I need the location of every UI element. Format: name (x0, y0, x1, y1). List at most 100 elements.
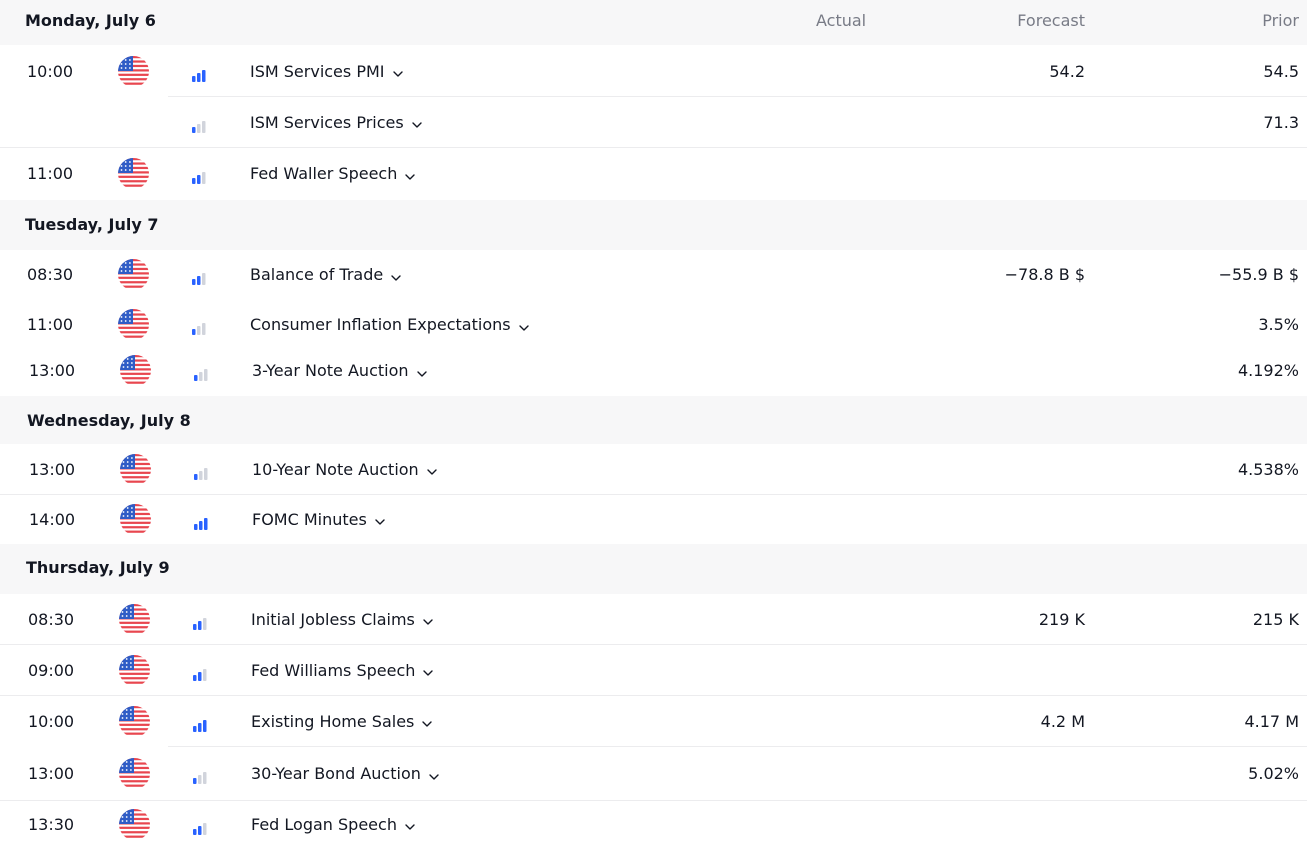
importance-bars-icon (192, 820, 208, 835)
event-time: 09:00 (28, 660, 75, 680)
event-time: 13:00 (29, 459, 76, 479)
chevron-down-icon[interactable] (411, 116, 423, 128)
importance-bars-icon (192, 615, 208, 630)
chevron-down-icon[interactable] (404, 818, 416, 830)
event-title-label: Fed Logan Speech (251, 814, 397, 834)
importance-bars-icon (193, 465, 209, 480)
prior-column-header: Prior (1262, 11, 1299, 30)
event-title[interactable]: 3-Year Note Auction (252, 361, 428, 380)
chevron-down-icon[interactable] (518, 319, 530, 331)
chevron-down-icon[interactable] (390, 269, 402, 281)
event-time: 10:00 (28, 711, 75, 731)
importance-bars-icon (191, 320, 207, 335)
event-row[interactable]: 14:00 FOMC Minutes (0, 495, 1307, 544)
day-label: Monday, July 6 (25, 11, 156, 30)
forecast-value: 219 K (1038, 609, 1085, 629)
event-time: 13:00 (28, 764, 75, 783)
event-time: 11:00 (27, 315, 74, 334)
chevron-down-icon[interactable] (428, 768, 440, 780)
day-label: Tuesday, July 7 (25, 215, 159, 234)
event-title[interactable]: 10-Year Note Auction (252, 460, 438, 479)
us-flag-icon (119, 705, 150, 737)
prior-value: 4.17 M (1244, 711, 1299, 731)
us-flag-icon (118, 309, 149, 340)
us-flag-icon (118, 259, 149, 290)
event-time: 10:00 (27, 61, 74, 81)
event-title-label: Fed Waller Speech (250, 164, 398, 183)
event-title[interactable]: FOMC Minutes (252, 510, 386, 529)
us-flag-icon (120, 453, 151, 485)
importance-bars-icon (192, 717, 208, 732)
event-row[interactable]: 08:30 Balance of Trade −78.8 B $ −55.9 B $ (0, 250, 1307, 300)
event-title[interactable]: Existing Home Sales (251, 712, 433, 731)
forecast-value: −78.8 B $ (1004, 265, 1085, 284)
event-row[interactable]: 09:00 Fed Williams Speech (0, 645, 1307, 696)
event-time: 08:30 (27, 265, 74, 284)
event-row[interactable]: 13:30 Fed Logan Speech (0, 801, 1307, 848)
event-title-label: ISM Services Prices (250, 112, 404, 132)
event-row[interactable]: 13:00 10-Year Note Auction 4.538% (0, 444, 1307, 495)
event-row[interactable]: 13:00 3-Year Note Auction 4.192% (0, 346, 1307, 396)
event-row[interactable]: 08:30 Initial Jobless Claims 219 K 215 K (0, 594, 1307, 645)
importance-bars-icon (192, 666, 208, 681)
importance-bars-icon (193, 515, 209, 530)
event-row[interactable]: 13:00 30-Year Bond Auction 5.02% (0, 747, 1307, 801)
us-flag-icon (118, 55, 149, 87)
event-title-label: Consumer Inflation Expectations (250, 315, 511, 334)
us-flag-icon (119, 758, 150, 789)
prior-value: 215 K (1252, 609, 1299, 629)
chevron-down-icon[interactable] (416, 365, 428, 377)
actual-column-header: Actual (816, 11, 867, 30)
event-row[interactable]: ISM Services Prices 71.3 (0, 97, 1307, 148)
importance-bars-icon (191, 118, 207, 133)
event-time: 13:30 (28, 814, 75, 834)
event-title-label: ISM Services PMI (250, 61, 385, 81)
day-header: Thursday, July 9 (0, 544, 1307, 594)
chevron-down-icon[interactable] (426, 463, 438, 475)
event-title-label: 10-Year Note Auction (252, 459, 419, 479)
us-flag-icon (120, 355, 151, 386)
importance-bars-icon (191, 67, 207, 82)
chevron-down-icon[interactable] (422, 613, 434, 625)
day-header: Tuesday, July 7 (0, 200, 1307, 250)
chevron-down-icon[interactable] (392, 65, 404, 77)
prior-value: 71.3 (1263, 112, 1299, 132)
event-title[interactable]: Fed Logan Speech (251, 815, 416, 834)
event-title[interactable]: Initial Jobless Claims (251, 610, 434, 629)
event-row[interactable]: 10:00 Existing Home Sales 4.2 M 4.17 M (0, 696, 1307, 747)
prior-value: 4.538% (1237, 459, 1299, 479)
chevron-down-icon[interactable] (374, 513, 386, 525)
day-label: Thursday, July 9 (26, 558, 170, 577)
event-title[interactable]: Fed Williams Speech (251, 661, 434, 680)
event-row[interactable]: 11:00 Consumer Inflation Expectations 3.5% (0, 300, 1307, 350)
event-title-label: FOMC Minutes (252, 509, 367, 529)
event-title[interactable]: Consumer Inflation Expectations (250, 315, 530, 334)
event-row[interactable]: 11:00 Fed Waller Speech (0, 148, 1307, 200)
day-header: Wednesday, July 8 (0, 396, 1307, 444)
us-flag-icon (119, 654, 150, 686)
prior-value: 5.02% (1248, 764, 1299, 783)
event-time: 13:00 (29, 361, 76, 380)
event-title[interactable]: Balance of Trade (250, 265, 402, 284)
chevron-down-icon[interactable] (404, 168, 416, 180)
importance-bars-icon (191, 169, 207, 184)
us-flag-icon (120, 503, 151, 535)
event-row[interactable]: 10:00 ISM Services PMI 54.2 54.5 (0, 46, 1307, 97)
importance-bars-icon (193, 366, 209, 381)
day-header: Monday, July 6 Actual Forecast Prior (0, 0, 1307, 45)
importance-bars-icon (192, 769, 208, 784)
us-flag-icon (119, 808, 150, 840)
event-time: 11:00 (27, 164, 74, 183)
chevron-down-icon[interactable] (422, 664, 434, 676)
event-title[interactable]: ISM Services PMI (250, 62, 404, 81)
us-flag-icon (118, 158, 149, 189)
day-label: Wednesday, July 8 (27, 411, 191, 430)
event-title[interactable]: 30-Year Bond Auction (251, 764, 440, 783)
event-title-label: Initial Jobless Claims (251, 609, 415, 629)
event-title[interactable]: ISM Services Prices (250, 113, 423, 132)
chevron-down-icon[interactable] (421, 715, 433, 727)
prior-value: 4.192% (1237, 361, 1299, 380)
us-flag-icon (119, 603, 150, 635)
event-title[interactable]: Fed Waller Speech (250, 164, 416, 183)
event-title-label: Balance of Trade (250, 265, 384, 284)
